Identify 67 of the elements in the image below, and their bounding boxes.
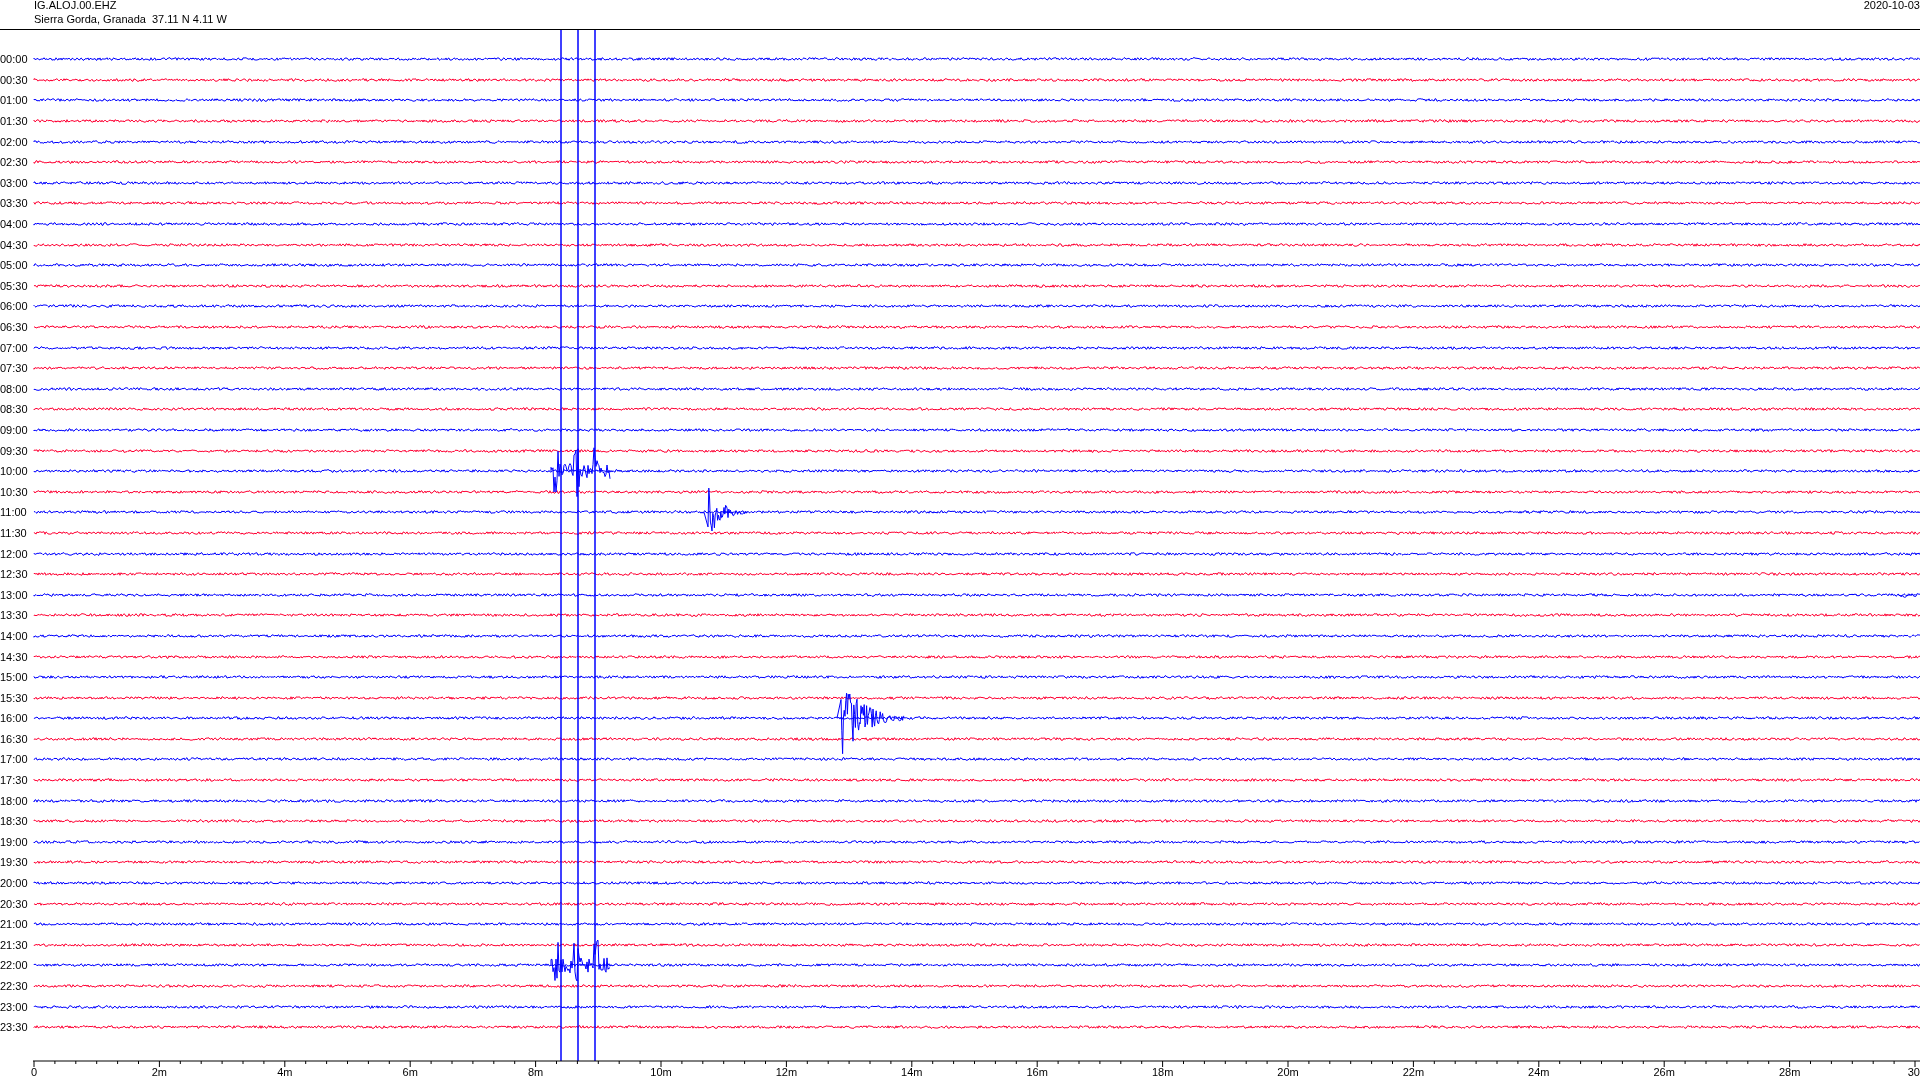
row-time-label: 16:30 [0, 732, 29, 745]
row-time-label: 00:30 [0, 73, 29, 86]
row-time-label: 12:30 [0, 568, 29, 581]
row-time-label: 09:00 [0, 424, 29, 436]
row-time-label: 14:00 [0, 629, 29, 642]
row-time-label: 22:30 [0, 980, 29, 992]
axis-tick-label: 20m [1277, 1066, 1299, 1078]
row-time-label: 17:00 [0, 753, 29, 766]
row-time-label: 14:30 [0, 650, 29, 663]
row-time-label: 19:00 [0, 835, 29, 848]
row-time-label: 18:30 [0, 815, 29, 828]
row-time-label: 20:30 [0, 897, 29, 910]
row-time-label: 11:30 [0, 526, 28, 539]
row-time-label: 04:00 [0, 218, 29, 231]
row-time-label: 23:30 [0, 1021, 29, 1034]
row-time-label: 00:00 [0, 53, 29, 66]
row-time-label: 20:00 [0, 877, 29, 890]
axis-tick-label: 8m [527, 1066, 544, 1078]
row-time-label: 03:30 [0, 197, 29, 210]
row-time-label: 21:00 [0, 918, 29, 931]
axis-tick-label: 12m [775, 1066, 798, 1078]
row-time-label: 04:30 [0, 238, 29, 251]
station-location: Sierra Gorda, Granada 37.11 N 4.11 W [34, 13, 227, 26]
row-time-label: 06:30 [0, 321, 29, 333]
row-time-label: 15:00 [0, 671, 29, 684]
axis-tick-label: 16m [1026, 1066, 1048, 1078]
station-code: IG.ALOJ.00.EHZ [34, 0, 117, 12]
axis-tick-label: 14m [901, 1066, 923, 1078]
axis-tick-label: 22m [1402, 1066, 1425, 1078]
row-time-label: 09:30 [0, 444, 29, 457]
row-time-label: 05:00 [0, 259, 29, 272]
row-time-label: 18:00 [0, 794, 29, 807]
axis-tick-label: 18m [1151, 1066, 1174, 1078]
row-time-label: 01:30 [0, 115, 29, 128]
row-time-label: 23:00 [0, 1000, 29, 1013]
row-time-label: 06:00 [0, 300, 29, 313]
row-time-label: 02:00 [0, 135, 29, 148]
row-time-label: 12:00 [0, 547, 29, 560]
axis-tick-label: 26m [1653, 1066, 1675, 1078]
row-time-label: 05:30 [0, 279, 29, 292]
axis-tick-label: 10m [650, 1066, 672, 1078]
axis-tick-label: 0 [30, 1066, 38, 1078]
row-time-label: 07:00 [0, 341, 29, 354]
row-time-label: 01:00 [0, 94, 29, 107]
axis-tick-label: 4m [277, 1066, 293, 1078]
row-time-label: 19:30 [0, 856, 29, 869]
axis-tick-label: 2m [151, 1066, 168, 1078]
axis-tick-label: 24m [1528, 1066, 1550, 1078]
axis-tick-label: 30 [1907, 1066, 1920, 1078]
row-time-label: 11:00 [0, 506, 28, 519]
axis-tick-label: 28m [1778, 1066, 1801, 1078]
axis-tick-label: 6m [402, 1066, 418, 1078]
row-time-label: 22:00 [0, 959, 29, 972]
row-time-label: 10:30 [0, 485, 29, 498]
row-time-label: 21:30 [0, 938, 29, 951]
row-time-label: 08:00 [0, 382, 29, 395]
row-time-label: 08:30 [0, 403, 29, 416]
row-time-label: 13:00 [0, 588, 29, 601]
row-time-label: 15:30 [0, 691, 29, 704]
row-time-label: 03:00 [0, 176, 29, 189]
row-time-label: 17:30 [0, 774, 29, 787]
plot-date: 2020-10-03 [1863, 0, 1920, 12]
row-time-label: 16:00 [0, 712, 29, 725]
row-time-label: 10:00 [0, 465, 29, 478]
row-time-label: 13:30 [0, 609, 29, 622]
row-time-label: 07:30 [0, 362, 29, 375]
row-time-label: 02:30 [0, 156, 29, 169]
